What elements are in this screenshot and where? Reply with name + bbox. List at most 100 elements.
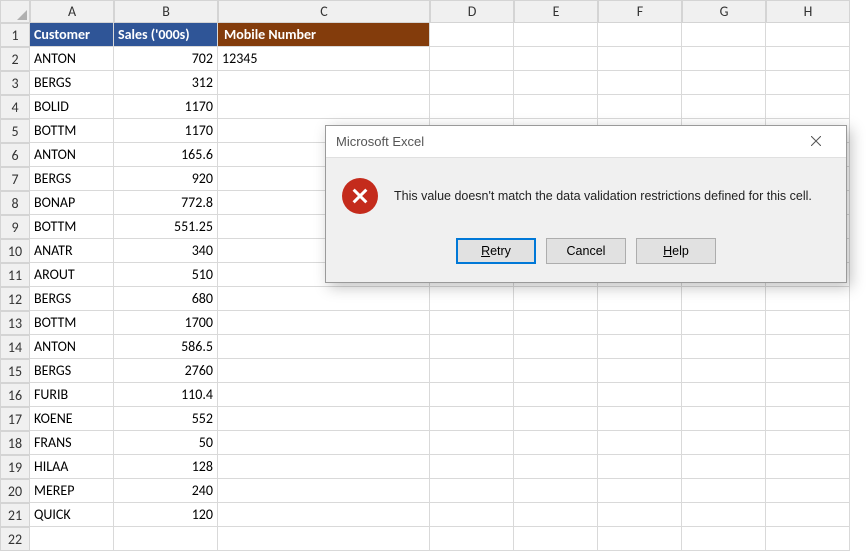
cell-customer[interactable]: BERGS <box>30 167 114 191</box>
cell[interactable] <box>682 335 766 359</box>
cell-sales[interactable]: 1170 <box>114 119 218 143</box>
cell-sales[interactable]: 1700 <box>114 311 218 335</box>
cell[interactable] <box>682 383 766 407</box>
cell-sales[interactable]: 551.25 <box>114 215 218 239</box>
row-head[interactable]: 12 <box>0 287 30 311</box>
cell-sales[interactable]: 240 <box>114 479 218 503</box>
col-head-G[interactable]: G <box>682 0 766 23</box>
cell[interactable] <box>430 23 514 47</box>
cell-mobile[interactable] <box>218 71 430 95</box>
cell[interactable] <box>514 71 598 95</box>
retry-button[interactable]: Retry <box>456 238 536 264</box>
cell-mobile[interactable] <box>218 95 430 119</box>
col-head-D[interactable]: D <box>430 0 514 23</box>
cell-customer[interactable]: MEREP <box>30 479 114 503</box>
cell[interactable] <box>682 95 766 119</box>
cell-sales[interactable]: 165.6 <box>114 143 218 167</box>
cell-mobile[interactable] <box>218 383 430 407</box>
cell[interactable] <box>430 47 514 71</box>
cell[interactable] <box>598 479 682 503</box>
cell[interactable] <box>430 95 514 119</box>
cell-customer[interactable]: BERGS <box>30 359 114 383</box>
cell-customer[interactable]: ANATR <box>30 239 114 263</box>
row-head[interactable]: 17 <box>0 407 30 431</box>
cell[interactable] <box>514 479 598 503</box>
cell-sales[interactable]: 586.5 <box>114 335 218 359</box>
cell-customer[interactable]: ANTON <box>30 335 114 359</box>
row-head[interactable]: 20 <box>0 479 30 503</box>
cell[interactable] <box>430 383 514 407</box>
cell-sales[interactable]: 1170 <box>114 95 218 119</box>
cell-mobile[interactable] <box>218 311 430 335</box>
row-head[interactable]: 6 <box>0 143 30 167</box>
row-head[interactable]: 5 <box>0 119 30 143</box>
row-head[interactable]: 3 <box>0 71 30 95</box>
cell-sales[interactable]: 50 <box>114 431 218 455</box>
header-customer[interactable]: Customer <box>30 23 114 47</box>
cell[interactable] <box>766 23 850 47</box>
cell[interactable] <box>598 431 682 455</box>
cell[interactable] <box>514 407 598 431</box>
col-head-A[interactable]: A <box>30 0 114 23</box>
cell[interactable] <box>598 503 682 527</box>
col-head-E[interactable]: E <box>514 0 598 23</box>
cell-customer[interactable]: HILAA <box>30 455 114 479</box>
cell-customer[interactable]: FURIB <box>30 383 114 407</box>
cell[interactable] <box>430 455 514 479</box>
row-head[interactable]: 16 <box>0 383 30 407</box>
cell-sales[interactable]: 510 <box>114 263 218 287</box>
cell[interactable] <box>766 95 850 119</box>
cell[interactable] <box>766 383 850 407</box>
cell-customer[interactable]: BOTTM <box>30 215 114 239</box>
row-head[interactable]: 10 <box>0 239 30 263</box>
cell[interactable] <box>598 287 682 311</box>
row-head[interactable]: 18 <box>0 431 30 455</box>
row-head[interactable]: 8 <box>0 191 30 215</box>
cell-mobile[interactable] <box>218 431 430 455</box>
select-all-corner[interactable] <box>0 0 30 23</box>
cell-mobile[interactable] <box>218 407 430 431</box>
header-mobile[interactable]: Mobile Number <box>218 23 430 47</box>
cell-customer[interactable]: FRANS <box>30 431 114 455</box>
header-sales[interactable]: Sales ('000s) <box>114 23 218 47</box>
cell-customer[interactable]: QUICK <box>30 503 114 527</box>
cell[interactable] <box>598 407 682 431</box>
cell[interactable] <box>514 431 598 455</box>
cell-customer[interactable]: BOLID <box>30 95 114 119</box>
cell-sales[interactable]: 110.4 <box>114 383 218 407</box>
cell-customer[interactable]: BERGS <box>30 71 114 95</box>
cell-sales[interactable]: 920 <box>114 167 218 191</box>
cell[interactable] <box>514 311 598 335</box>
cell[interactable] <box>598 455 682 479</box>
cell[interactable] <box>766 527 850 551</box>
cell-customer[interactable]: BONAP <box>30 191 114 215</box>
col-head-H[interactable]: H <box>766 0 850 23</box>
cell[interactable] <box>682 503 766 527</box>
cell[interactable] <box>766 407 850 431</box>
row-head[interactable]: 19 <box>0 455 30 479</box>
cell[interactable] <box>514 503 598 527</box>
cell[interactable] <box>430 503 514 527</box>
cell-customer[interactable]: ANTON <box>30 47 114 71</box>
cell[interactable] <box>514 359 598 383</box>
cell-sales[interactable]: 2760 <box>114 359 218 383</box>
cell-sales[interactable]: 702 <box>114 47 218 71</box>
cell-sales[interactable]: 128 <box>114 455 218 479</box>
cell[interactable] <box>598 71 682 95</box>
cell[interactable] <box>598 23 682 47</box>
cell[interactable] <box>514 287 598 311</box>
cell-sales[interactable]: 552 <box>114 407 218 431</box>
col-head-B[interactable]: B <box>114 0 218 23</box>
row-head[interactable]: 9 <box>0 215 30 239</box>
cell[interactable] <box>514 95 598 119</box>
row-head[interactable]: 2 <box>0 47 30 71</box>
cell[interactable] <box>682 47 766 71</box>
cell[interactable] <box>598 527 682 551</box>
cancel-button[interactable]: Cancel <box>546 238 626 264</box>
cell[interactable] <box>766 287 850 311</box>
cell-customer[interactable]: AROUT <box>30 263 114 287</box>
cell[interactable] <box>30 527 114 551</box>
cell[interactable] <box>514 527 598 551</box>
row-head[interactable]: 11 <box>0 263 30 287</box>
cell-mobile[interactable]: 12345 <box>218 47 430 71</box>
